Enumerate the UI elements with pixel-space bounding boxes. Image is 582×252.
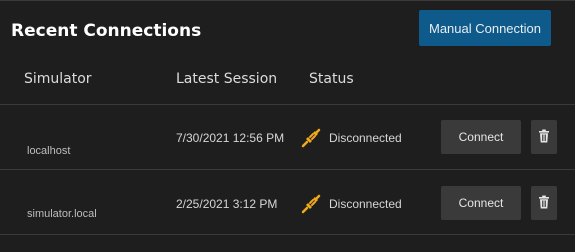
- table-row: localhost 7/30/2021 12:56 PM Disconnecte…: [0, 105, 575, 169]
- trash-icon: [538, 195, 550, 212]
- manual-connection-button[interactable]: Manual Connection: [419, 10, 551, 46]
- simulator-name: localhost: [27, 145, 71, 157]
- disconnected-plug-icon: [301, 194, 321, 214]
- delete-button[interactable]: [531, 120, 557, 154]
- page-title: Recent Connections: [11, 21, 202, 41]
- simulator-name: simulator.local: [27, 208, 97, 220]
- status-cell: Disconnected: [301, 128, 402, 148]
- status-text: Disconnected: [329, 197, 402, 211]
- column-header-simulator: Simulator: [24, 71, 92, 87]
- row-divider: [0, 234, 575, 235]
- disconnected-plug-icon: [301, 128, 321, 148]
- connect-button[interactable]: Connect: [441, 120, 521, 154]
- column-header-status: Status: [309, 71, 354, 87]
- status-cell: Disconnected: [301, 194, 402, 214]
- column-header-latest-session: Latest Session: [176, 71, 278, 87]
- status-text: Disconnected: [329, 131, 402, 145]
- connect-button[interactable]: Connect: [441, 186, 521, 220]
- table-row: simulator.local 2/25/2021 3:12 PM Discon…: [0, 170, 575, 234]
- delete-button[interactable]: [531, 186, 557, 220]
- latest-session-date: 7/30/2021 12:56 PM: [176, 131, 285, 145]
- trash-icon: [538, 129, 550, 146]
- latest-session-date: 2/25/2021 3:12 PM: [176, 197, 278, 211]
- recent-connections-panel: Recent Connections Manual Connection Sim…: [0, 0, 575, 252]
